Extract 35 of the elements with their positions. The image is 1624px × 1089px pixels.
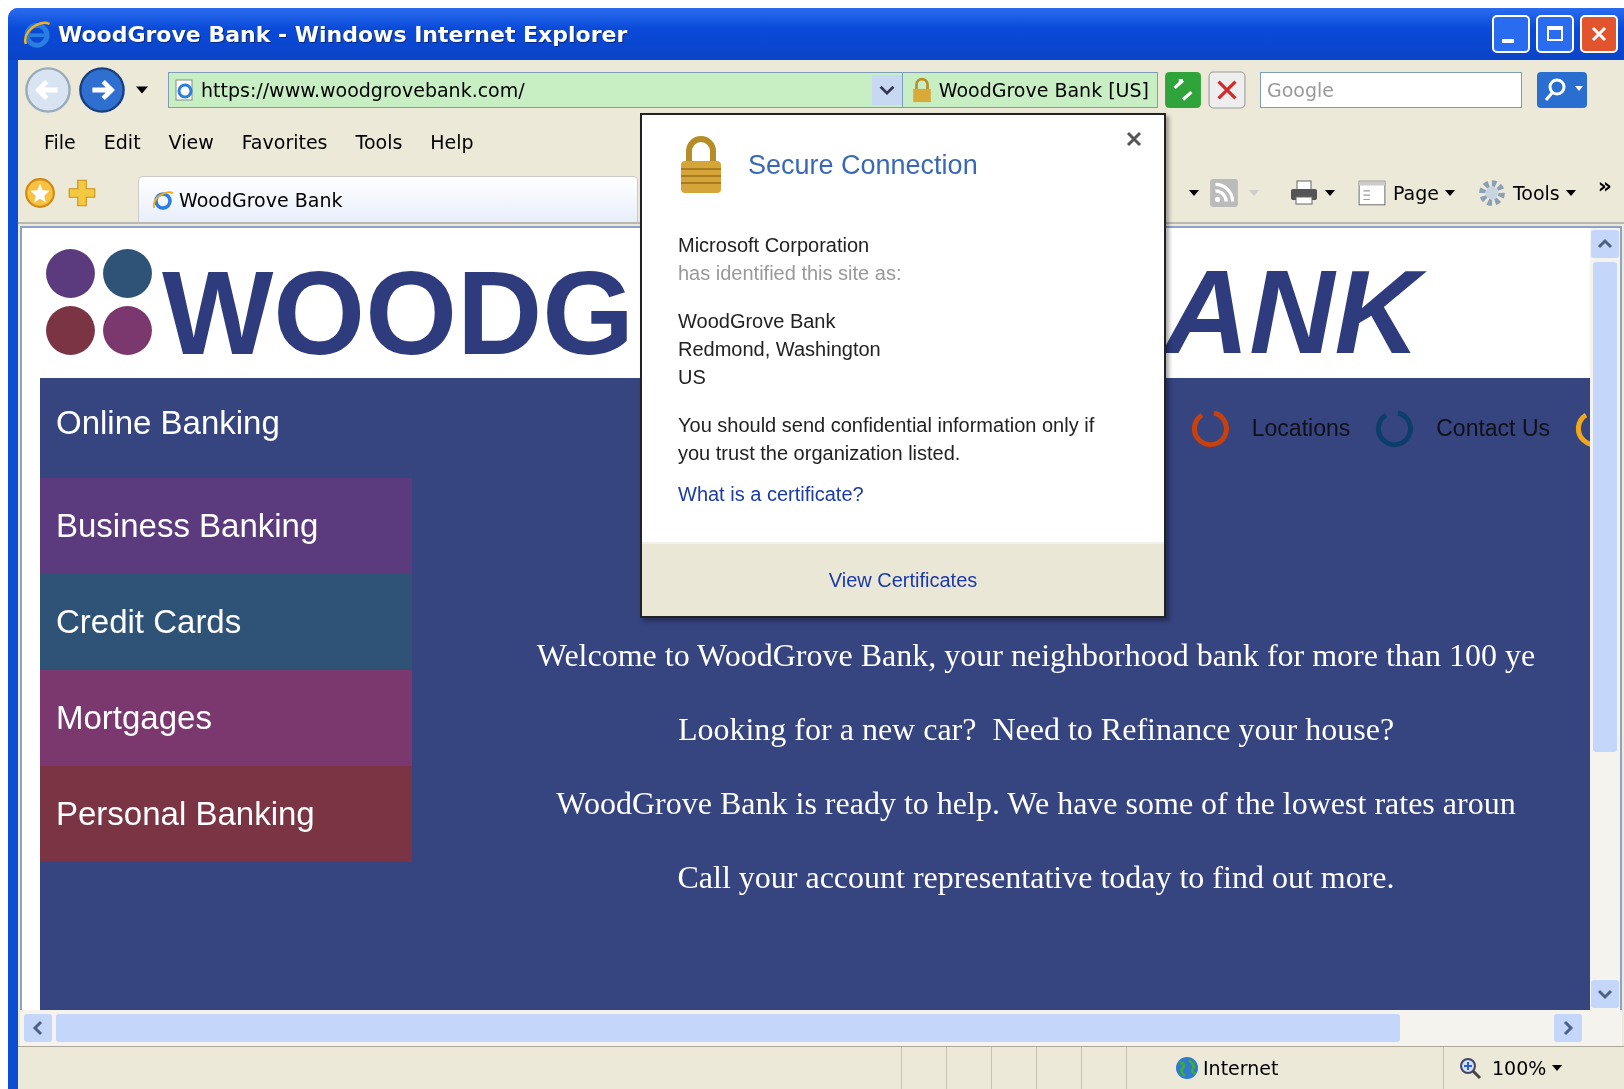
menu-item[interactable]: Tools (343, 127, 415, 157)
search-field[interactable]: Google (1260, 72, 1522, 108)
welcome-text: Call your account representative today to find out more. (677, 858, 1395, 897)
more-commands-button[interactable]: » (1591, 172, 1618, 214)
identity-line: US (678, 365, 707, 390)
side-menu-link[interactable]: Personal Banking (40, 766, 412, 862)
tools-menu-button[interactable]: Tools (1470, 174, 1582, 212)
side-menu-link[interactable]: Mortgages (40, 670, 412, 766)
welcome-text: Welcome to WoodGrove Bank, your neighborhood bank for more than 100 ye (536, 636, 1536, 675)
side-menu-link[interactable]: Business Banking (40, 478, 412, 574)
popup-title: Secure Connection (748, 149, 978, 181)
menu-item[interactable]: Edit (91, 127, 153, 157)
security-report-button[interactable]: WoodGrove Bank [US] (901, 73, 1157, 107)
view-certificates-link[interactable]: View Certificates (828, 568, 978, 592)
menu-item[interactable]: File (32, 127, 88, 157)
zoom-button[interactable]: 100% (1443, 1047, 1624, 1089)
welcome-text: Looking for a new car? Need to Refinance your house? (677, 710, 1395, 749)
identity-line: WoodGrove Bank (678, 309, 837, 334)
logo-text: WOODG (162, 254, 634, 372)
issuer-name: Microsoft Corporation (678, 233, 871, 258)
logo-text: ANK (1163, 245, 1444, 381)
security-zone: Internet (1203, 1057, 1280, 1079)
window-title: WoodGrove Bank - Windows Internet Explorer (58, 21, 628, 47)
menu-item[interactable]: Help (418, 127, 486, 157)
warning-text: You should send confidential information only if you trust the organization listed. (678, 413, 1096, 466)
address-field[interactable]: https://www.woodgrovebank.com/ WoodGrove Bank [US] (168, 72, 1158, 108)
side-menu-link[interactable]: Credit Cards (40, 574, 412, 670)
menu-item[interactable]: View (156, 127, 226, 157)
issuer-note: has identified this site as: (678, 261, 903, 286)
identity-line: Redmond, Washington (678, 337, 882, 362)
menu-item[interactable]: Favorites (229, 127, 340, 157)
browser-tab[interactable]: WoodGrove Bank (138, 176, 638, 222)
page-menu-button[interactable]: Page (1350, 174, 1461, 212)
certificate-help-link[interactable]: What is a certificate? (678, 483, 864, 506)
welcome-text: WoodGrove Bank is ready to help. We have some of the lowest rates aroun (556, 784, 1516, 823)
